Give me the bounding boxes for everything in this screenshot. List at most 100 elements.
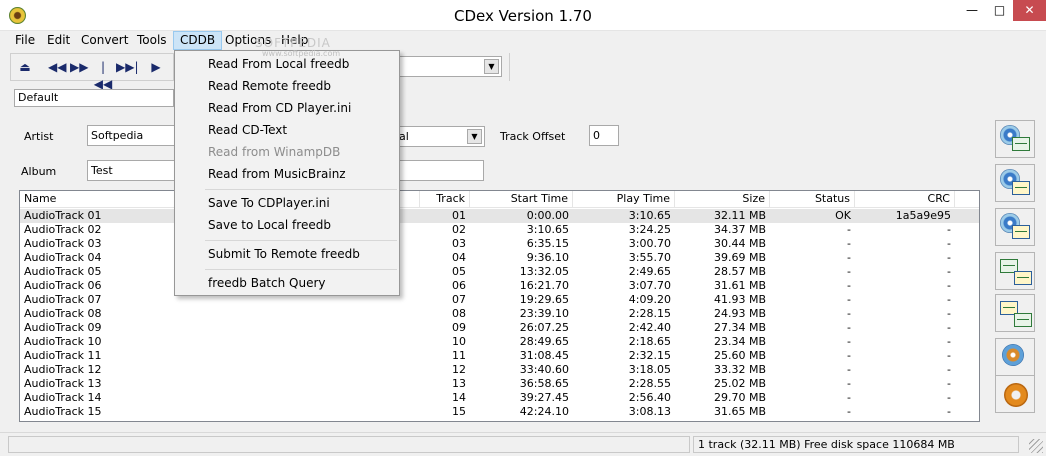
genre-select[interactable]: al ▼ bbox=[395, 126, 485, 147]
cd-to-wav-button[interactable] bbox=[995, 120, 1035, 158]
status-cell: OK bbox=[835, 209, 851, 222]
track-name-cell: AudioTrack 13 bbox=[24, 377, 102, 390]
menu-tools[interactable]: Tools bbox=[131, 31, 173, 50]
play-time-cell: 2:49.65 bbox=[628, 265, 671, 278]
crc-cell: - bbox=[947, 279, 951, 292]
track-name-cell: AudioTrack 09 bbox=[24, 321, 102, 334]
cd-to-mp3-button[interactable] bbox=[995, 164, 1035, 202]
rewind-icon[interactable]: ◀◀ bbox=[48, 59, 66, 76]
menu-file[interactable]: File bbox=[9, 31, 41, 50]
menu-bar: File Edit Convert Tools CDDB Options Hel… bbox=[0, 31, 1046, 50]
menu-item-read-cd-text[interactable]: Read CD-Text bbox=[177, 119, 397, 141]
eject-icon[interactable]: ⏏ bbox=[16, 59, 34, 76]
column-status[interactable]: Status bbox=[770, 191, 855, 208]
table-row[interactable]: AudioTrack 06 06 16:21.70 3:07.70 31.61 MB - - bbox=[20, 279, 979, 293]
menu-item-submit-remote-freedb[interactable]: Submit To Remote freedb bbox=[177, 243, 397, 265]
crc-cell: - bbox=[947, 321, 951, 334]
maximize-button[interactable]: □ bbox=[986, 0, 1013, 21]
table-row[interactable]: AudioTrack 04 04 9:36.10 3:55.70 39.69 MB - - bbox=[20, 251, 979, 265]
table-row[interactable]: AudioTrack 09 09 26:07.25 2:42.40 27.34 MB - - bbox=[20, 321, 979, 335]
status-cell: - bbox=[847, 377, 851, 390]
table-row[interactable]: AudioTrack 02 02 3:10.65 3:24.25 34.37 MB - - bbox=[20, 223, 979, 237]
play-time-cell: 3:08.13 bbox=[628, 405, 671, 418]
close-button[interactable]: ✕ bbox=[1013, 0, 1046, 21]
year-field[interactable] bbox=[398, 160, 484, 181]
menu-item-save-local-freedb[interactable]: Save to Local freedb bbox=[177, 214, 397, 236]
table-row[interactable]: AudioTrack 14 14 39:27.45 2:56.40 29.70 MB - - bbox=[20, 391, 979, 405]
resize-grip-icon[interactable] bbox=[1029, 439, 1043, 453]
menu-convert[interactable]: Convert bbox=[75, 31, 134, 50]
crc-cell: - bbox=[947, 335, 951, 348]
size-cell: 25.02 MB bbox=[713, 377, 766, 390]
menu-item-save-cdplayer-ini[interactable]: Save To CDPlayer.ini bbox=[177, 192, 397, 214]
play-time-cell: 2:56.40 bbox=[628, 391, 671, 404]
table-row[interactable]: AudioTrack 05 05 13:32.05 2:49.65 28.57 MB - - bbox=[20, 265, 979, 279]
table-row[interactable]: AudioTrack 12 12 33:40.60 3:18.05 33.32 MB - - bbox=[20, 363, 979, 377]
settings-gear-icon bbox=[1004, 383, 1028, 407]
minimize-button[interactable]: — bbox=[958, 0, 986, 21]
play-icon[interactable]: ▶ bbox=[149, 59, 163, 76]
status-cell: - bbox=[847, 279, 851, 292]
start-time-cell: 9:36.10 bbox=[526, 251, 569, 264]
column-size[interactable]: Size bbox=[675, 191, 770, 208]
chevron-down-icon[interactable]: ▼ bbox=[467, 129, 482, 144]
start-time-cell: 6:35.15 bbox=[526, 237, 569, 250]
size-cell: 28.57 MB bbox=[713, 265, 766, 278]
menu-separator bbox=[205, 240, 397, 241]
start-time-cell: 42:24.10 bbox=[519, 405, 569, 418]
column-play-time[interactable]: Play Time bbox=[573, 191, 675, 208]
menu-edit[interactable]: Edit bbox=[41, 31, 76, 50]
track-number-cell: 14 bbox=[452, 391, 466, 404]
next-track-icon[interactable]: ▶▶| bbox=[116, 59, 139, 76]
start-time-cell: 36:58.65 bbox=[519, 377, 569, 390]
table-row[interactable]: AudioTrack 10 10 28:49.65 2:18.65 23.34 MB - - bbox=[20, 335, 979, 349]
wav-to-mp3-button[interactable] bbox=[995, 252, 1035, 290]
column-start-time[interactable]: Start Time bbox=[470, 191, 573, 208]
start-time-cell: 23:39.10 bbox=[519, 307, 569, 320]
mp3-to-wav-button[interactable] bbox=[995, 294, 1035, 332]
start-time-cell: 31:08.45 bbox=[519, 349, 569, 362]
table-row[interactable]: AudioTrack 07 07 19:29.65 4:09.20 41.93 MB - - bbox=[20, 293, 979, 307]
status-cell: - bbox=[847, 363, 851, 376]
table-row[interactable]: AudioTrack 08 08 23:39.10 2:28.15 24.93 MB - - bbox=[20, 307, 979, 321]
table-row[interactable]: AudioTrack 15 15 42:24.10 3:08.13 31.65 MB - - bbox=[20, 405, 979, 419]
crc-cell: - bbox=[947, 237, 951, 250]
menu-cddb[interactable]: CDDB bbox=[173, 31, 223, 50]
track-number-cell: 09 bbox=[452, 321, 466, 334]
settings-button[interactable] bbox=[995, 375, 1035, 413]
track-number-cell: 01 bbox=[452, 209, 466, 222]
size-cell: 31.61 MB bbox=[713, 279, 766, 292]
menu-item-read-remote-freedb[interactable]: Read Remote freedb bbox=[177, 75, 397, 97]
profile-select[interactable]: Default bbox=[14, 89, 174, 107]
table-row[interactable]: AudioTrack 11 11 31:08.45 2:32.15 25.60 MB - - bbox=[20, 349, 979, 363]
record-button[interactable] bbox=[995, 338, 1035, 376]
menu-item-freedb-batch-query[interactable]: freedb Batch Query bbox=[177, 272, 397, 294]
track-number-cell: 13 bbox=[452, 377, 466, 390]
play-time-cell: 2:42.40 bbox=[628, 321, 671, 334]
fast-forward-icon[interactable]: ▶▶ bbox=[70, 59, 88, 76]
album-field[interactable]: Test bbox=[87, 160, 187, 181]
column-crc[interactable]: CRC bbox=[855, 191, 955, 208]
previous-track-icon[interactable]: |◀◀ bbox=[93, 59, 113, 91]
table-row[interactable]: AudioTrack 03 03 6:35.15 3:00.70 30.44 MB - - bbox=[20, 237, 979, 251]
table-row[interactable]: AudioTrack 13 13 36:58.65 2:28.55 25.02 MB - - bbox=[20, 377, 979, 391]
record-icon bbox=[1002, 344, 1024, 366]
track-list[interactable]: Name Track Start Time Play Time Size Sta… bbox=[19, 190, 980, 422]
track-offset-label: Track Offset bbox=[500, 130, 566, 143]
crc-cell: - bbox=[947, 251, 951, 264]
artist-label: Artist bbox=[24, 130, 54, 143]
cd-to-encoded-button[interactable] bbox=[995, 208, 1035, 246]
menu-item-read-musicbrainz[interactable]: Read from MusicBrainz bbox=[177, 163, 397, 185]
cd-drive-select[interactable]: ▼ bbox=[398, 56, 502, 77]
play-time-cell: 3:24.25 bbox=[628, 223, 671, 236]
start-time-cell: 39:27.45 bbox=[519, 391, 569, 404]
status-bar: 1 track (32.11 MB) Free disk space 11068… bbox=[0, 432, 1046, 456]
column-track[interactable]: Track bbox=[420, 191, 470, 208]
size-cell: 34.37 MB bbox=[713, 223, 766, 236]
table-row[interactable]: AudioTrack 01 01 0:00.00 3:10.65 32.11 MB OK 1… bbox=[20, 209, 979, 223]
artist-field[interactable]: Softpedia bbox=[87, 125, 187, 146]
track-offset-field[interactable]: 0 bbox=[589, 125, 619, 146]
size-cell: 29.70 MB bbox=[713, 391, 766, 404]
chevron-down-icon[interactable]: ▼ bbox=[484, 59, 499, 74]
menu-item-read-cdplayer-ini[interactable]: Read From CD Player.ini bbox=[177, 97, 397, 119]
